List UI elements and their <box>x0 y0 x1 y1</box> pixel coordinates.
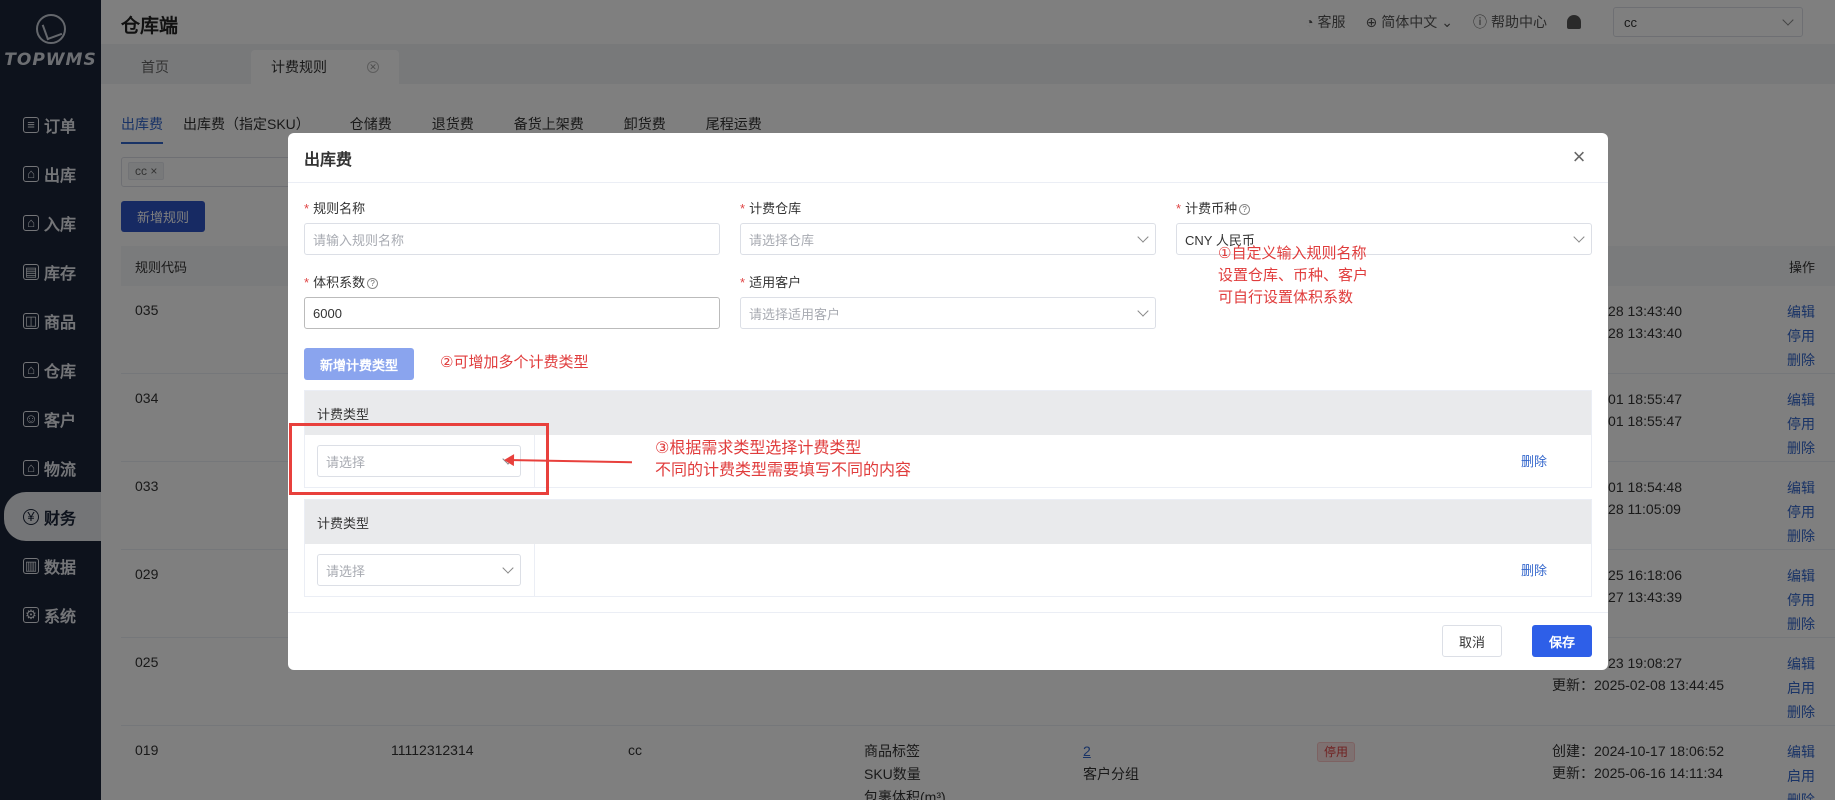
add-billing-type-button[interactable]: 新增计费类型 <box>304 348 414 380</box>
field-label: * 计费币种? <box>1176 199 1592 219</box>
volume-factor-field: * 体积系数? 6000 <box>304 273 720 329</box>
chevron-down-icon <box>1137 305 1149 317</box>
warehouse-field: * 计费仓库 请选择仓库 <box>740 199 1156 255</box>
divider <box>534 544 535 596</box>
outbound-fee-dialog: 出库费 × * 规则名称 请输入规则名称 * 计费仓库 请选择仓库 * 计费币种? C… <box>288 133 1608 670</box>
label-text: 规则名称 <box>313 201 366 216</box>
delete-link[interactable]: 删除 <box>1521 560 1547 579</box>
required-mark: * <box>740 275 746 290</box>
volume-factor-input[interactable]: 6000 <box>304 297 720 329</box>
warehouse-select[interactable]: 请选择仓库 <box>740 223 1156 255</box>
billing-type-select[interactable]: 请选择 <box>317 554 521 586</box>
annotation-note-2: ②可增加多个计费类型 <box>440 354 589 371</box>
annotation-line: 设置仓库、币种、客户 <box>1218 267 1369 284</box>
label-text: 体积系数 <box>313 275 366 290</box>
annotation-line: 不同的计费类型需要填写不同的内容 <box>655 462 912 479</box>
billing-type-body: 请选择 删除 <box>305 544 1591 596</box>
chevron-down-icon <box>502 562 514 574</box>
field-label: * 体积系数? <box>304 273 720 293</box>
chevron-down-icon <box>1573 231 1585 243</box>
rule-name-field: * 规则名称 请输入规则名称 <box>304 199 720 255</box>
rule-name-input[interactable]: 请输入规则名称 <box>304 223 720 255</box>
input-value: 6000 <box>313 305 342 321</box>
required-mark: * <box>304 201 310 216</box>
dialog-footer: 取消 保存 <box>288 612 1608 670</box>
delete-link[interactable]: 删除 <box>1521 451 1547 470</box>
customer-field: * 适用客户 请选择适用客户 <box>740 273 1156 329</box>
label-text: 计费币种 <box>1185 201 1238 216</box>
help-icon[interactable]: ? <box>367 278 379 289</box>
billing-type-header: 计费类型 <box>305 500 1591 544</box>
field-label: * 规则名称 <box>304 199 720 219</box>
cancel-button[interactable]: 取消 <box>1442 625 1502 657</box>
close-icon[interactable]: × <box>1568 146 1590 168</box>
billing-type-block: 计费类型 请选择 删除 <box>304 499 1592 597</box>
chevron-down-icon <box>1137 231 1149 243</box>
label-text: 适用客户 <box>749 275 802 290</box>
annotation-line: ③根据需求类型选择计费类型 <box>655 440 862 457</box>
required-mark: * <box>740 201 746 216</box>
required-mark: * <box>1176 201 1182 216</box>
placeholder-text: 请选择仓库 <box>749 232 815 248</box>
customer-select[interactable]: 请选择适用客户 <box>740 297 1156 329</box>
label-text: 计费仓库 <box>749 201 802 216</box>
placeholder-text: 请选择适用客户 <box>749 306 841 322</box>
required-mark: * <box>304 275 310 290</box>
save-button[interactable]: 保存 <box>1532 625 1592 657</box>
annotation-note-1: ①自定义输入规则名称 设置仓库、币种、客户 可自行设置体积系数 <box>1218 243 1368 309</box>
annotation-line: ①自定义输入规则名称 <box>1218 245 1367 262</box>
field-label: * 计费仓库 <box>740 199 1156 219</box>
placeholder-text: 请输入规则名称 <box>313 232 405 248</box>
dialog-title: 出库费 <box>288 133 1608 183</box>
help-icon[interactable]: ? <box>1239 204 1251 215</box>
placeholder-text: 请选择 <box>326 563 366 579</box>
annotation-line: 可自行设置体积系数 <box>1218 289 1354 306</box>
annotation-note-3: ③根据需求类型选择计费类型 不同的计费类型需要填写不同的内容 <box>655 438 911 482</box>
field-label: * 适用客户 <box>740 273 1156 293</box>
